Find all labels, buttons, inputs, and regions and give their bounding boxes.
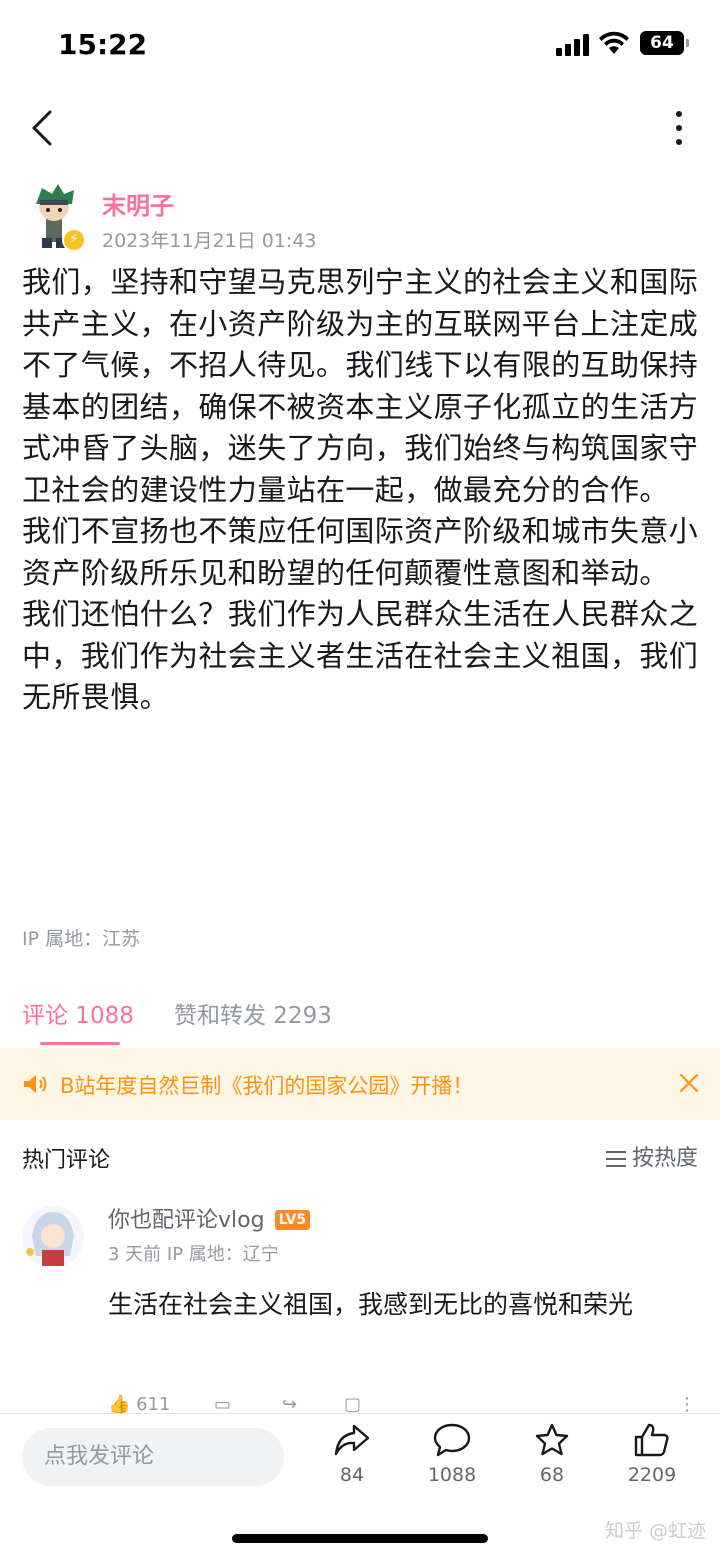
speaker-icon (24, 1075, 47, 1093)
thumbs-up-icon (634, 1423, 669, 1457)
comment-like-count: 611 (136, 1394, 171, 1415)
post-paragraph: 我们，坚持和守望马克思列宁主义的社会主义和国际共产主义，在小资产阶级为主的互联网… (22, 265, 699, 507)
level-badge: LV5 (274, 1210, 311, 1230)
favorite-count: 68 (539, 1464, 565, 1486)
comment-item: 你也配评论vlog LV5 3 天前 IP 属地：辽宁 生活在社会主义祖国，我感到… (0, 1198, 720, 1418)
comment-reply-icon[interactable]: ▢ (344, 1394, 361, 1415)
comment-icon (433, 1423, 471, 1457)
comment-input[interactable]: 点我发评论 (22, 1428, 284, 1486)
notice-banner[interactable]: B站年度自然巨制《我们的国家公园》开播！ (0, 1048, 720, 1120)
home-indicator[interactable] (232, 1534, 488, 1543)
post-content: 我们，坚持和守望马克思列宁主义的社会主义和国际共产主义，在小资产阶级为主的互联网… (22, 262, 700, 719)
tab-comments[interactable]: 评论 1088 (22, 996, 134, 1030)
battery-icon: 64 (640, 31, 689, 55)
ip-location: IP 属地：江苏 (22, 928, 141, 950)
comment-count: 1088 (427, 1464, 477, 1486)
bottom-action-bar: 点我发评论 84 1088 68 2209 知乎 @虹迹 (0, 1413, 720, 1558)
tab-likes-reposts[interactable]: 赞和转发 2293 (174, 996, 332, 1030)
post-paragraph: 我们不宣扬也不策应任何国际资产阶级和城市失意小资产阶级所乐见和盼望的任何颠覆性意… (22, 514, 699, 590)
comment-meta: 3 天前 IP 属地：辽宁 (108, 1244, 279, 1265)
comment-dislike-icon[interactable]: ▭ (214, 1394, 231, 1415)
active-tab-indicator (40, 1042, 120, 1045)
sort-icon (605, 1151, 626, 1167)
status-time: 15:22 (58, 28, 148, 61)
verified-badge-icon: ⚡ (62, 228, 86, 252)
watermark: 知乎 @虹迹 (604, 1520, 706, 1542)
notice-text: B站年度自然巨制《我们的国家公园》开播！ (60, 1074, 474, 1098)
back-icon[interactable] (24, 104, 64, 152)
commenter-username: 你也配评论vlog (108, 1208, 265, 1233)
share-count: 84 (339, 1464, 365, 1486)
like-count: 2209 (627, 1464, 677, 1486)
cellular-signal-icon (556, 34, 590, 56)
share-icon (334, 1424, 370, 1456)
comment-button[interactable]: 1088 (412, 1422, 492, 1486)
hot-comments-header: 热门评论 按热度 (0, 1138, 720, 1178)
comment-text: 生活在社会主义祖国，我感到无比的喜悦和荣光 (108, 1290, 634, 1319)
author-header: ⚡ 末明子 2023年11月21日 01:43 (22, 180, 702, 256)
commenter-avatar[interactable] (22, 1206, 84, 1268)
comment-like-button[interactable]: 👍 611 (108, 1394, 171, 1415)
comment-more-icon[interactable]: ⋮ (678, 1394, 696, 1415)
hot-comments-title: 热门评论 (22, 1148, 111, 1173)
sort-label: 按热度 (631, 1146, 698, 1171)
status-bar: 15:22 64 (0, 0, 720, 92)
post-paragraph: 我们还怕什么？我们作为人民群众生活在人民群众之中，我们作为社会主义者生活在社会主… (22, 597, 699, 714)
wifi-icon (599, 31, 629, 54)
favorite-button[interactable]: 68 (512, 1422, 592, 1486)
post-timestamp: 2023年11月21日 01:43 (102, 230, 317, 252)
close-icon[interactable] (678, 1072, 700, 1094)
tab-bar: 评论 1088 赞和转发 2293 (0, 990, 720, 1046)
comment-share-icon[interactable]: ↪ (282, 1394, 297, 1415)
author-name[interactable]: 末明子 (102, 186, 174, 221)
commenter-name[interactable]: 你也配评论vlog LV5 (108, 1202, 311, 1234)
like-button[interactable]: 2209 (612, 1422, 692, 1486)
share-button[interactable]: 84 (312, 1422, 392, 1486)
more-options-icon[interactable] (664, 104, 694, 152)
star-icon (535, 1423, 569, 1456)
sort-button[interactable]: 按热度 (605, 1140, 698, 1172)
